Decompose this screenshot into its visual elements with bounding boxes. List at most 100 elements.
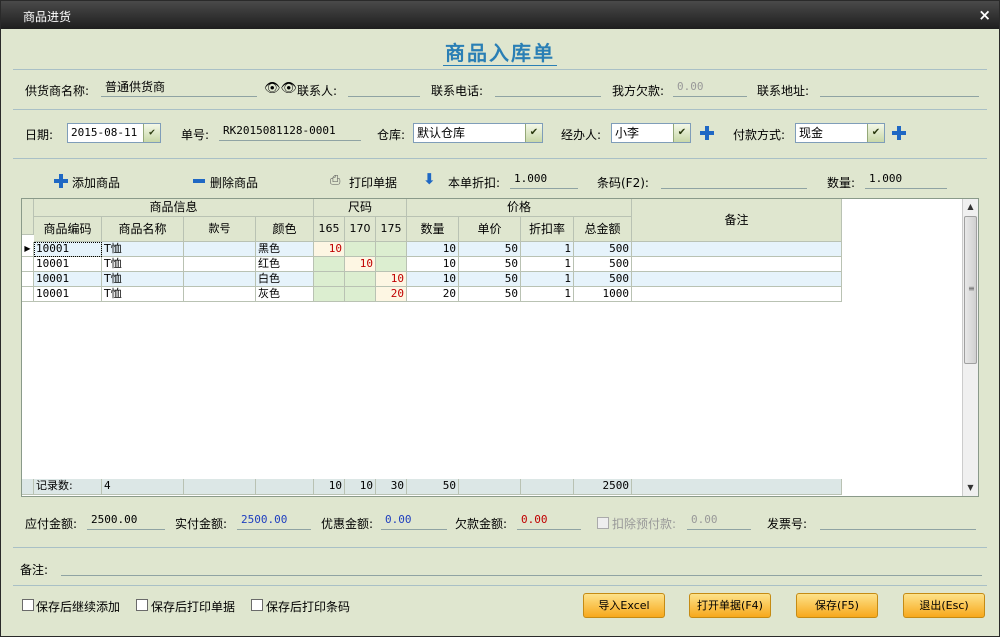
invoice-input[interactable] [820,512,976,530]
row-indicator[interactable]: ▶ [22,242,34,257]
cell-total[interactable]: 500 [574,242,632,257]
row-indicator[interactable] [22,287,34,302]
chevron-down-icon[interactable]: ✔ [673,124,690,142]
cell-rate[interactable]: 1 [521,242,574,257]
cell-code[interactable]: 10001 [34,287,102,302]
cell-unit[interactable]: 50 [459,272,521,287]
cell-style[interactable] [184,257,256,272]
cell-note[interactable] [632,257,842,272]
save-button[interactable]: 保存(F5) [796,593,878,618]
date-picker[interactable]: 2015-08-11 ✔ [67,123,161,143]
scroll-down-icon[interactable]: ▼ [963,480,978,496]
cell-color[interactable]: 黑色 [256,242,314,257]
cell-code[interactable]: 10001 [34,242,102,257]
barcode-input[interactable] [661,171,807,189]
order-no-field[interactable]: RK2015081128-0001 [219,123,361,141]
handler-select[interactable]: 小李 ✔ [611,123,691,143]
cell-s165[interactable] [314,272,345,287]
column-header-name[interactable]: 商品名称 [102,217,184,242]
column-header-color[interactable]: 颜色 [256,217,314,242]
cell-style[interactable] [184,287,256,302]
cell-name[interactable]: T恤 [102,242,184,257]
row-indicator[interactable] [22,272,34,287]
cell-qty[interactable]: 10 [407,272,459,287]
column-header-s165[interactable]: 165 [314,217,345,242]
cell-s175[interactable] [376,242,407,257]
row-indicator[interactable] [22,257,34,272]
print-doc-button[interactable]: 打印单据 [349,174,397,191]
cell-s170[interactable] [345,287,376,302]
cell-unit[interactable]: 50 [459,242,521,257]
exit-button[interactable]: 退出(Esc) [903,593,985,618]
chevron-down-icon[interactable]: ✔ [143,124,160,142]
close-icon[interactable]: × [978,6,991,24]
cell-code[interactable]: 10001 [34,257,102,272]
chevron-down-icon[interactable]: ✔ [525,124,542,142]
column-header-s170[interactable]: 170 [345,217,376,242]
printer-icon[interactable]: ⎙ [330,173,340,188]
column-header-rate[interactable]: 折扣率 [521,217,574,242]
add-item-icon[interactable] [54,174,68,188]
chevron-down-icon[interactable]: ✔ [867,124,884,142]
cell-color[interactable]: 白色 [256,272,314,287]
add-item-button[interactable]: 添加商品 [72,174,120,191]
delete-item-icon[interactable] [193,179,205,183]
cell-rate[interactable]: 1 [521,272,574,287]
cell-rate[interactable]: 1 [521,287,574,302]
print-barcode-checkbox[interactable] [251,599,263,611]
cell-total[interactable]: 1000 [574,287,632,302]
cell-note[interactable] [632,272,842,287]
deduct-prepaid-checkbox[interactable] [597,517,609,529]
cell-total[interactable]: 500 [574,272,632,287]
cell-s165[interactable]: 10 [314,242,345,257]
open-doc-button[interactable]: 打开单据(F4) [689,593,771,618]
vertical-scrollbar[interactable]: ▲ ≡ ▼ [962,199,978,496]
cell-unit[interactable]: 50 [459,287,521,302]
column-header-style[interactable]: 款号 [184,217,256,242]
cell-s175[interactable]: 20 [376,287,407,302]
add-payment-icon[interactable] [892,126,906,140]
continue-add-checkbox[interactable] [22,599,34,611]
cell-s170[interactable] [345,242,376,257]
discount-input[interactable]: 1.000 [510,171,578,189]
supplier-input[interactable]: 普通供货商 [101,79,257,97]
item-grid[interactable]: 商品信息 尺码 价格 备注 商品编码 商品名称 款号 颜色 165 170 175 数量 单价 折扣率 总金… [21,198,979,497]
binoculars-icon[interactable]: 👁👁 [264,81,297,96]
cell-unit[interactable]: 50 [459,257,521,272]
cell-s170[interactable]: 10 [345,257,376,272]
cell-qty[interactable]: 10 [407,242,459,257]
qty-input[interactable]: 1.000 [865,171,947,189]
cell-name[interactable]: T恤 [102,287,184,302]
scroll-up-icon[interactable]: ▲ [963,199,978,215]
remark-input[interactable] [61,558,982,576]
print-doc-checkbox[interactable] [136,599,148,611]
paid-input[interactable]: 2500.00 [237,512,311,530]
cell-qty[interactable]: 10 [407,257,459,272]
cell-s165[interactable] [314,287,345,302]
cell-note[interactable] [632,287,842,302]
column-header-s175[interactable]: 175 [376,217,407,242]
cell-s175[interactable]: 10 [376,272,407,287]
warehouse-select[interactable]: 默认仓库 ✔ [413,123,543,143]
add-handler-icon[interactable] [700,126,714,140]
cell-note[interactable] [632,242,842,257]
address-input[interactable] [820,79,979,97]
cell-style[interactable] [184,272,256,287]
cell-total[interactable]: 500 [574,257,632,272]
scroll-thumb[interactable]: ≡ [964,216,977,364]
cell-name[interactable]: T恤 [102,272,184,287]
cell-name[interactable]: T恤 [102,257,184,272]
cell-color[interactable]: 红色 [256,257,314,272]
cell-s170[interactable] [345,272,376,287]
payment-select[interactable]: 现金 ✔ [795,123,885,143]
delete-item-button[interactable]: 删除商品 [210,174,258,191]
contact-input[interactable] [348,79,420,97]
column-header-total[interactable]: 总金额 [574,217,632,242]
cell-rate[interactable]: 1 [521,257,574,272]
cell-s165[interactable] [314,257,345,272]
column-header-qty[interactable]: 数量 [407,217,459,242]
column-header-code[interactable]: 商品编码 [34,217,102,242]
cell-code[interactable]: 10001 [34,272,102,287]
cell-color[interactable]: 灰色 [256,287,314,302]
import-excel-button[interactable]: 导入Excel [583,593,665,618]
